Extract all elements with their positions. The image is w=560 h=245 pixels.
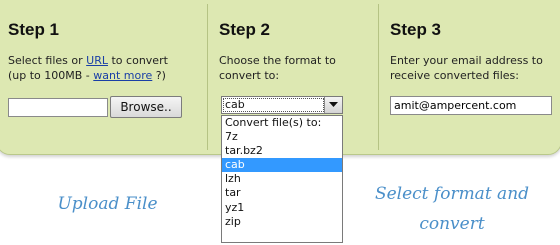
select-format-caption: Select format and convert (352, 182, 552, 236)
step1-description: Select files or URL to convert (up to 10… (8, 53, 203, 83)
step2-description: Choose the format to convert to: (219, 53, 374, 83)
format-option[interactable]: tar.bz2 (222, 144, 342, 158)
format-select[interactable]: cab (221, 96, 343, 114)
format-select-toggle[interactable] (324, 97, 342, 113)
upload-file-caption: Upload File (57, 194, 158, 214)
step3-description: Enter your email address to receive conv… (390, 53, 560, 83)
step3-desc-line2: receive converted files: (390, 69, 519, 82)
step1-desc-text-b: to convert (108, 54, 168, 67)
format-option[interactable]: Convert file(s) to: (222, 116, 342, 130)
step1-desc-text-d: ?) (152, 69, 166, 82)
select-format-caption-line2: convert (419, 214, 485, 234)
format-option[interactable]: zip (222, 215, 342, 229)
format-options-list: Convert file(s) to: 7z tar.bz2 cab lzh tar yz1… (221, 115, 343, 243)
format-option[interactable]: 7z (222, 130, 342, 144)
step2-title: Step 2 (219, 20, 271, 39)
select-format-caption-line1: Select format and (374, 184, 530, 204)
chevron-down-icon (329, 102, 338, 107)
step-divider-2 (378, 4, 379, 150)
step1-title: Step 1 (8, 20, 60, 39)
step3-title: Step 3 (390, 20, 442, 39)
url-link[interactable]: URL (86, 54, 108, 67)
email-field[interactable] (390, 96, 552, 115)
step1-desc-text-a: Select files or (8, 54, 87, 67)
format-select-value: cab (222, 97, 325, 113)
browse-button[interactable]: Browse.. (110, 96, 182, 118)
format-option[interactable]: cab (222, 158, 342, 173)
format-option[interactable]: yz1 (222, 201, 342, 215)
step-divider-1 (207, 4, 208, 150)
step2-desc-line1: Choose the format to (219, 54, 336, 67)
want-more-link[interactable]: want more (93, 69, 152, 82)
format-option[interactable]: tar (222, 186, 342, 200)
step3-desc-line1: Enter your email address to (390, 54, 543, 67)
file-path-input[interactable] (8, 98, 108, 117)
step2-desc-line2: convert to: (219, 69, 280, 82)
step1-desc-text-c: (up to 100MB - (8, 69, 94, 82)
format-option[interactable]: lzh (222, 172, 342, 186)
